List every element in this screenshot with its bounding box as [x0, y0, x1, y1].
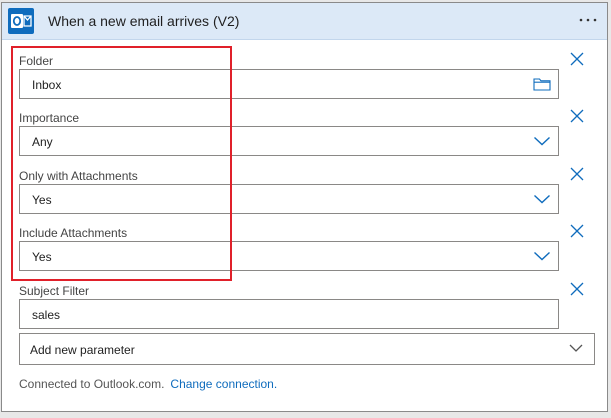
outlook-icon — [8, 8, 34, 34]
remove-folder-button[interactable] — [569, 51, 585, 67]
importance-dropdown[interactable]: Any — [19, 126, 559, 156]
close-icon — [570, 224, 584, 238]
more-options-button[interactable] — [576, 9, 600, 31]
add-new-parameter-label: Add new parameter — [30, 343, 135, 357]
folder-field[interactable]: Inbox — [19, 69, 559, 99]
card-header[interactable]: When a new email arrives (V2) — [2, 3, 607, 40]
remove-only-with-attachments-button[interactable] — [569, 166, 585, 182]
trigger-card: When a new email arrives (V2) Folder Inb… — [1, 2, 608, 412]
close-icon — [570, 282, 584, 296]
folder-icon[interactable] — [533, 77, 551, 91]
chevron-down-icon — [533, 249, 551, 263]
subject-filter-input[interactable]: sales — [19, 299, 559, 329]
connected-text: Connected to Outlook.com. — [19, 377, 165, 391]
close-icon — [570, 167, 584, 181]
include-attachments-label: Include Attachments — [19, 226, 128, 240]
trigger-title: When a new email arrives (V2) — [48, 13, 240, 29]
only-with-attachments-dropdown[interactable]: Yes — [19, 184, 559, 214]
subject-filter-label: Subject Filter — [19, 284, 90, 298]
chevron-down-icon — [533, 134, 551, 148]
chevron-down-icon — [533, 192, 551, 206]
change-connection-link[interactable]: Change connection. — [170, 377, 277, 391]
add-new-parameter-dropdown[interactable]: Add new parameter — [19, 333, 595, 365]
close-icon — [570, 109, 584, 123]
importance-value: Any — [32, 135, 53, 149]
include-attachments-value: Yes — [32, 250, 52, 264]
chevron-down-icon — [569, 343, 587, 357]
include-attachments-dropdown[interactable]: Yes — [19, 241, 559, 271]
close-icon — [570, 52, 584, 66]
only-with-attachments-value: Yes — [32, 193, 52, 207]
more-options-icon — [579, 18, 597, 22]
remove-importance-button[interactable] — [569, 108, 585, 124]
remove-include-attachments-button[interactable] — [569, 223, 585, 239]
connection-footer: Connected to Outlook.com. Change connecti… — [19, 377, 277, 391]
importance-label: Importance — [19, 111, 80, 125]
folder-value: Inbox — [32, 78, 62, 92]
remove-subject-filter-button[interactable] — [569, 281, 585, 297]
only-with-attachments-label: Only with Attachments — [19, 169, 138, 183]
folder-label: Folder — [19, 54, 54, 68]
subject-filter-value: sales — [32, 308, 61, 322]
